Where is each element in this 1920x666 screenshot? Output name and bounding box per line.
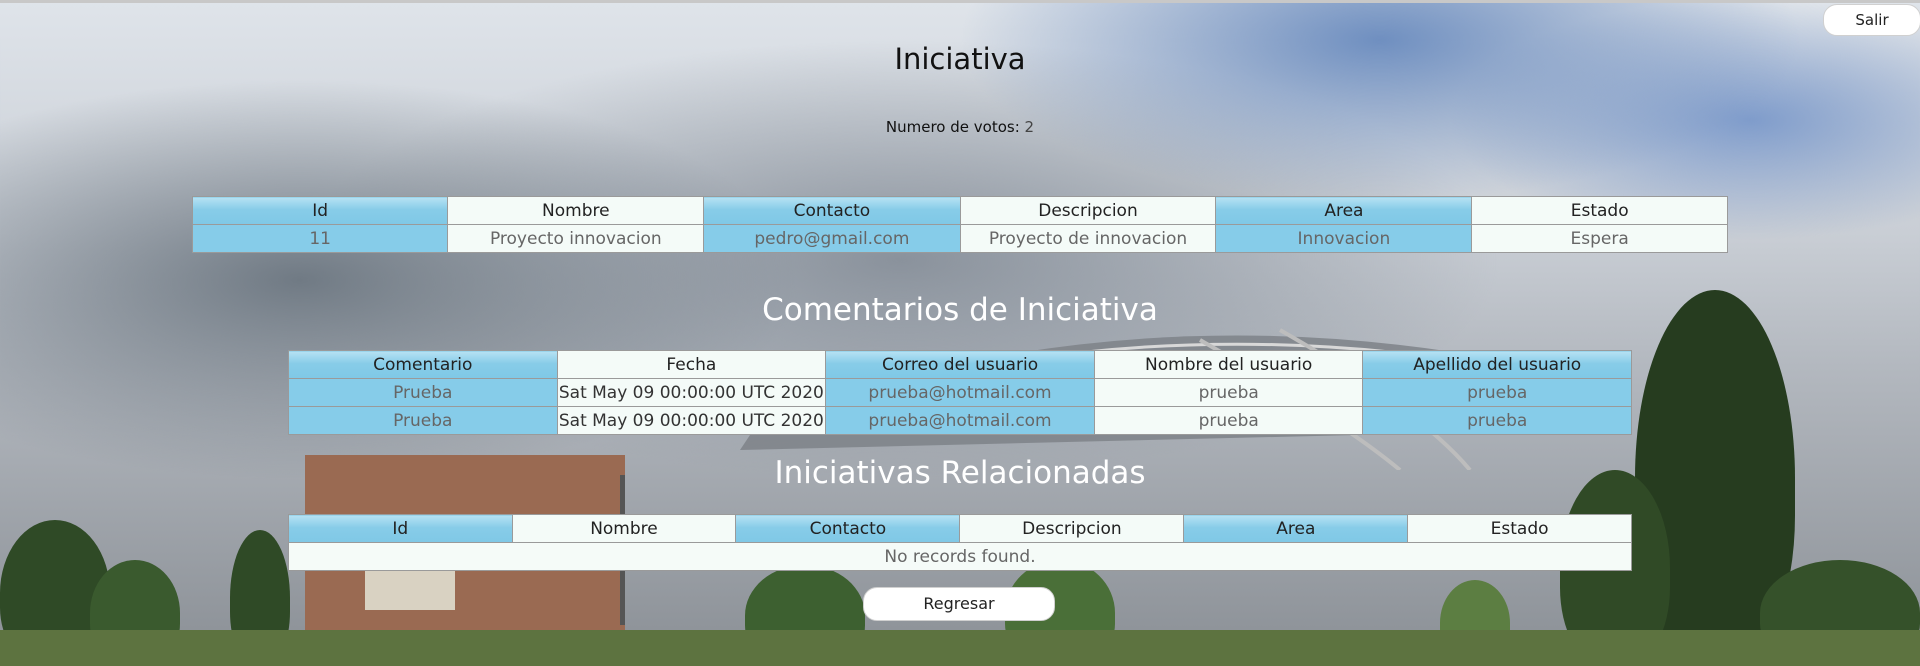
cell-estado: Espera — [1471, 224, 1728, 253]
top-border — [0, 0, 1920, 3]
cell-correo: prueba@hotmail.com — [825, 406, 1095, 435]
table-row: Prueba Sat May 09 00:00:00 UTC 2020 prue… — [288, 378, 1632, 407]
table-row: Prueba Sat May 09 00:00:00 UTC 2020 prue… — [288, 406, 1632, 435]
cell-nombre-usuario: prueba — [1093, 378, 1364, 407]
column-header-descripcion[interactable]: Descripcion — [959, 514, 1185, 543]
comments-section-title: Comentarios de Iniciativa — [762, 292, 1158, 328]
votes-value: 2 — [1024, 118, 1035, 136]
votes-count: Numero de votos: 2 — [0, 118, 1920, 136]
cell-nombre-usuario: prueba — [1093, 406, 1364, 435]
comments-header-row: Comentario Fecha Correo del usuario Nomb… — [288, 350, 1632, 379]
column-header-fecha[interactable]: Fecha — [556, 350, 827, 379]
column-header-nombre[interactable]: Nombre — [511, 514, 737, 543]
column-header-id[interactable]: Id — [191, 196, 449, 225]
column-header-comentario[interactable]: Comentario — [288, 350, 558, 379]
back-button[interactable]: Regresar — [863, 587, 1055, 621]
related-header-row: Id Nombre Contacto Descripcion Area Esta… — [288, 514, 1632, 543]
votes-label: Numero de votos: — [885, 118, 1020, 136]
column-header-nombre-usuario[interactable]: Nombre del usuario — [1093, 350, 1364, 379]
table-row: 11 Proyecto innovacion pedro@gmail.com P… — [191, 224, 1728, 253]
table-row: No records found. — [288, 542, 1632, 571]
cell-comentario: Prueba — [288, 378, 558, 407]
column-header-estado[interactable]: Estado — [1407, 514, 1632, 543]
column-header-area[interactable]: Area — [1183, 514, 1409, 543]
column-header-apellido-usuario[interactable]: Apellido del usuario — [1362, 350, 1632, 379]
comments-table: Comentario Fecha Correo del usuario Nomb… — [288, 350, 1632, 435]
cell-fecha: Sat May 09 00:00:00 UTC 2020 — [556, 406, 827, 435]
cell-correo: prueba@hotmail.com — [825, 378, 1095, 407]
cell-apellido-usuario: prueba — [1362, 378, 1632, 407]
initiative-table: Id Nombre Contacto Descripcion Area Esta… — [191, 196, 1728, 253]
column-header-contacto[interactable]: Contacto — [735, 514, 961, 543]
cell-id: 11 — [191, 224, 449, 253]
column-header-descripcion[interactable]: Descripcion — [959, 196, 1217, 225]
initiative-header-row: Id Nombre Contacto Descripcion Area Esta… — [191, 196, 1728, 225]
cell-area: Innovacion — [1215, 224, 1473, 253]
column-header-estado[interactable]: Estado — [1471, 196, 1728, 225]
no-records-message: No records found. — [288, 542, 1632, 571]
column-header-id[interactable]: Id — [288, 514, 513, 543]
column-header-nombre[interactable]: Nombre — [447, 196, 705, 225]
cell-fecha: Sat May 09 00:00:00 UTC 2020 — [556, 378, 827, 407]
column-header-area[interactable]: Area — [1215, 196, 1473, 225]
cell-nombre: Proyecto innovacion — [447, 224, 705, 253]
page-title: Iniciativa — [894, 42, 1026, 76]
cell-apellido-usuario: prueba — [1362, 406, 1632, 435]
logout-button[interactable]: Salir — [1823, 4, 1920, 36]
column-header-contacto[interactable]: Contacto — [703, 196, 961, 225]
cell-comentario: Prueba — [288, 406, 558, 435]
cell-descripcion: Proyecto de innovacion — [959, 224, 1217, 253]
related-table: Id Nombre Contacto Descripcion Area Esta… — [288, 514, 1632, 571]
column-header-correo[interactable]: Correo del usuario — [825, 350, 1095, 379]
cell-contacto: pedro@gmail.com — [703, 224, 961, 253]
related-section-title: Iniciativas Relacionadas — [774, 455, 1146, 491]
